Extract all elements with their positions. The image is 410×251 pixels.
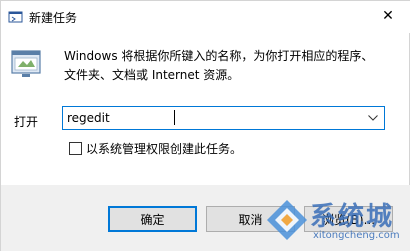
description-line-1: Windows 将根据你所键入的名称，为你打开相应的程序、 (64, 49, 374, 63)
title-bar: 新建任务 ✕ (1, 1, 410, 33)
cancel-button[interactable]: 取消 (206, 206, 295, 232)
admin-checkbox[interactable] (69, 142, 82, 155)
open-label: 打开 (14, 115, 39, 129)
chevron-down-icon[interactable] (364, 109, 382, 127)
run-app-icon (8, 9, 24, 25)
create-task-dialog: 新建任务 ✕ Windows 将根据你所键入的名称，为你打开相应的程序、 文件夹… (0, 0, 410, 251)
dialog-description: Windows 将根据你所键入的名称，为你打开相应的程序、 文件夹、文档或 In… (64, 47, 402, 85)
open-combobox[interactable]: regedit (62, 106, 385, 130)
open-input[interactable]: regedit (67, 111, 110, 125)
window-title: 新建任务 (29, 11, 78, 25)
admin-checkbox-row[interactable]: 以系统管理权限创建此任务。 (69, 140, 242, 157)
close-icon: ✕ (382, 8, 394, 24)
description-line-2: 文件夹、文档或 Internet 资源。 (64, 68, 240, 82)
button-bar: 确定 取消 浏览(B)... (1, 185, 410, 251)
close-button[interactable]: ✕ (365, 1, 410, 31)
browse-button[interactable]: 浏览(B)... (304, 206, 393, 232)
text-caret (174, 110, 175, 125)
run-dialog-icon (10, 47, 44, 81)
ok-button[interactable]: 确定 (108, 206, 197, 232)
admin-checkbox-label[interactable]: 以系统管理权限创建此任务。 (86, 140, 242, 157)
